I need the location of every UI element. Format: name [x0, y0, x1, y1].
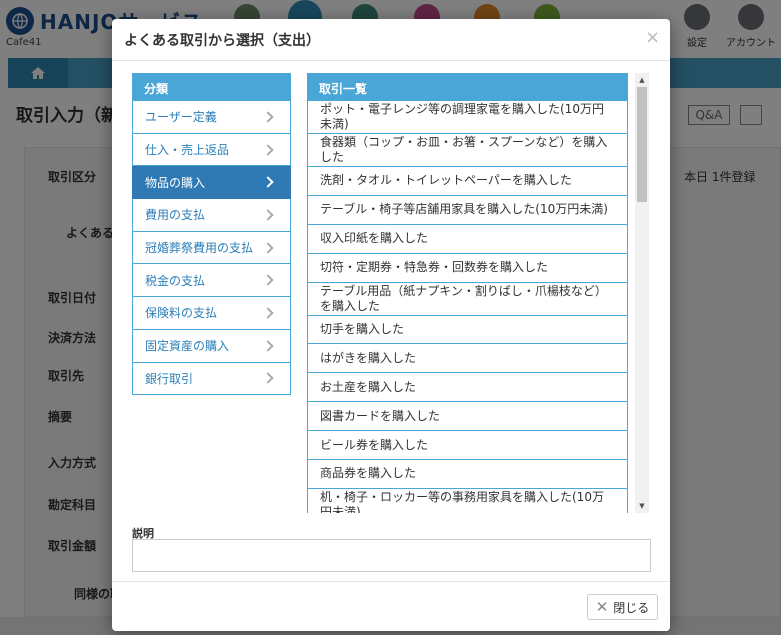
transaction-item[interactable]: 切符・定期券・特急券・回数券を購入した	[307, 253, 628, 283]
transaction-item[interactable]: テーブル用品（紙ナプキン・割りばし・爪楊枝など）を購入した	[307, 282, 628, 316]
modal-title: よくある取引から選択（支出）	[124, 33, 320, 49]
transaction-item[interactable]: ポット・電子レンジ等の調理家電を購入した(10万円未満)	[307, 101, 628, 134]
category-list: 分類 ユーザー定義 仕入・売上返品 物品の購入費用の支払冠婚葬祭費用の支払 税金の支払…	[132, 73, 291, 396]
transaction-list-header: 取引一覧	[307, 73, 628, 101]
category-item-label: 物品の購入	[145, 175, 206, 190]
transaction-item-label: テーブル用品（紙ナプキン・割りばし・爪楊枝など）を購入した	[320, 283, 607, 313]
transaction-item[interactable]: 商品券を購入した	[307, 460, 628, 489]
transaction-item-label: 収入印紙を購入した	[320, 231, 429, 246]
transaction-item[interactable]: お土産を購入した	[307, 373, 628, 403]
transaction-item-label: お土産を購入した	[320, 379, 417, 394]
transaction-item-label: 食器類（コップ・お皿・お箸・スプーンなど）を購入した	[320, 135, 608, 164]
transaction-item-label: はがきを購入した	[320, 350, 417, 365]
transaction-item-label: 切手を購入した	[320, 322, 405, 336]
chevron-right-icon	[262, 176, 274, 188]
category-item[interactable]: 冠婚葬祭費用の支払	[132, 231, 291, 265]
transaction-item-label: ビール券を購入した	[320, 437, 429, 452]
close-button-label: 閉じる	[613, 600, 650, 615]
chevron-right-icon	[262, 274, 274, 286]
chevron-right-icon	[262, 143, 274, 156]
category-item-label: 費用の支払	[145, 208, 206, 223]
category-item[interactable]: 物品の購入	[132, 166, 291, 200]
category-item[interactable]: ユーザー定義	[132, 101, 291, 134]
chevron-right-icon	[262, 209, 274, 221]
common-transaction-modal: よくある取引から選択（支出） × 分類 ユーザー定義 仕入・売上返品 物品の購入費用…	[112, 19, 670, 631]
chevron-right-icon	[262, 241, 274, 254]
category-item[interactable]: 税金の支払	[132, 264, 291, 298]
modal-footer: ✕ 閉じる	[112, 581, 670, 631]
transaction-item[interactable]: ビール券を購入した	[307, 431, 628, 461]
category-item-label: 税金の支払	[145, 273, 206, 288]
transaction-scrollbar[interactable]: ▲ ▼	[635, 73, 649, 513]
transaction-item-label: テーブル・椅子等店舗用家具を購入した(10万円未満)	[320, 202, 608, 217]
transaction-item[interactable]: テーブル・椅子等店舗用家具を購入した(10万円未満)	[307, 195, 628, 225]
chevron-right-icon	[262, 339, 274, 352]
transaction-list-container: 取引一覧 ポット・電子レンジ等の調理家電を購入した(10万円未満) 食器類（コップ…	[307, 73, 651, 513]
category-item-label: 銀行取引	[145, 371, 194, 386]
category-item-label: 仕入・売上返品	[145, 143, 230, 158]
chevron-right-icon	[262, 307, 274, 319]
close-icon[interactable]: ×	[645, 27, 660, 48]
category-list-header: 分類	[132, 73, 291, 101]
transaction-item-label: ポット・電子レンジ等の調理家電を購入した(10万円未満)	[320, 102, 604, 131]
category-item-label: 冠婚葬祭費用の支払	[145, 241, 254, 256]
transaction-item-label: 図書カードを購入した	[320, 408, 441, 423]
transaction-item[interactable]: 図書カードを購入した	[307, 402, 628, 432]
scroll-down-arrow-icon[interactable]: ▼	[635, 499, 649, 513]
scroll-up-arrow-icon[interactable]: ▲	[635, 73, 649, 87]
transaction-item[interactable]: 机・椅子・ロッカー等の事務用家具を購入した(10万円未満)	[307, 488, 628, 513]
transaction-item-label: 切符・定期券・特急券・回数券を購入した	[320, 260, 549, 275]
category-item-label: 固定資産の購入	[145, 339, 230, 354]
close-x-icon: ✕	[595, 598, 609, 616]
transaction-item-label: 机・椅子・ロッカー等の事務用家具を購入した(10万円未満)	[320, 489, 604, 513]
transaction-item-label: 洗剤・タオル・トイレットペーパーを購入した	[320, 173, 572, 188]
transaction-item[interactable]: 収入印紙を購入した	[307, 224, 628, 254]
close-button[interactable]: ✕ 閉じる	[587, 594, 658, 620]
chevron-right-icon	[262, 111, 274, 123]
description-box	[132, 539, 651, 572]
scroll-thumb[interactable]	[637, 87, 647, 202]
chevron-right-icon	[262, 372, 274, 385]
category-item[interactable]: 仕入・売上返品	[132, 133, 291, 167]
transaction-item[interactable]: はがきを購入した	[307, 344, 628, 374]
category-item[interactable]: 保険料の支払	[132, 297, 291, 330]
category-item-label: ユーザー定義	[145, 110, 217, 125]
modal-header: よくある取引から選択（支出） ×	[112, 19, 670, 61]
transaction-item-label: 商品券を購入した	[320, 466, 417, 481]
category-item[interactable]: 銀行取引	[132, 362, 291, 396]
category-item-label: 保険料の支払	[145, 306, 218, 321]
transaction-list[interactable]: 取引一覧 ポット・電子レンジ等の調理家電を購入した(10万円未満) 食器類（コップ…	[307, 73, 628, 513]
transaction-item[interactable]: 食器類（コップ・お皿・お箸・スプーンなど）を購入した	[307, 134, 628, 167]
category-item[interactable]: 費用の支払	[132, 199, 291, 232]
transaction-item[interactable]: 切手を購入した	[307, 315, 628, 345]
category-item[interactable]: 固定資産の購入	[132, 329, 291, 363]
transaction-item[interactable]: 洗剤・タオル・トイレットペーパーを購入した	[307, 167, 628, 196]
